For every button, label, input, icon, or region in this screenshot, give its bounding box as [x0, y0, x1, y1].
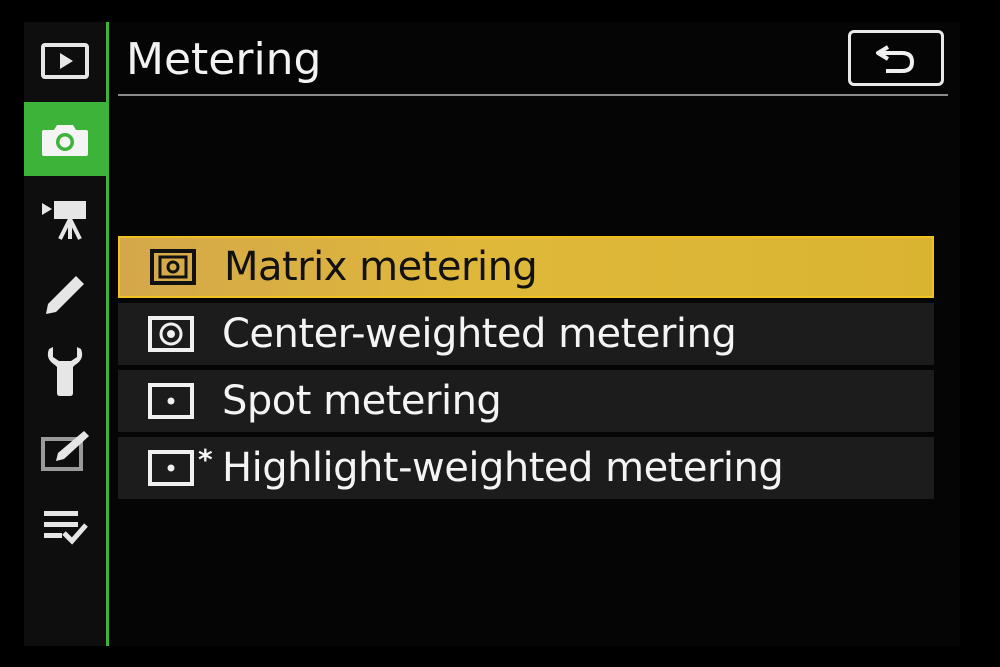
asterisk-mark: * — [198, 443, 213, 476]
center-weighted-metering-icon — [148, 316, 194, 352]
header-divider — [118, 94, 948, 96]
camera-screen: Metering Matrix metering Center-weighted… — [24, 22, 960, 646]
menu-item-label: Highlight-weighted metering — [222, 445, 784, 491]
movie-camera-icon — [42, 201, 86, 240]
wrench-icon — [47, 347, 83, 396]
spot-metering-icon — [148, 383, 194, 419]
sidebar-item-playback[interactable] — [24, 24, 106, 98]
pencil-icon — [46, 276, 84, 314]
menu-item-center-weighted-metering[interactable]: Center-weighted metering — [118, 303, 934, 365]
my-menu-icon — [44, 511, 88, 545]
sidebar-item-movie-shooting[interactable] — [24, 182, 106, 256]
highlight-weighted-metering-icon — [148, 450, 194, 486]
menu-item-spot-metering[interactable]: Spot metering — [118, 370, 934, 432]
menu-item-label: Center-weighted metering — [222, 311, 737, 357]
back-button[interactable] — [848, 30, 944, 86]
menu-item-label: Spot metering — [222, 378, 502, 424]
playback-icon — [41, 43, 89, 79]
sidebar-item-photo-shooting[interactable] — [24, 102, 106, 176]
sidebar-item-my-menu[interactable] — [24, 490, 106, 564]
page-title: Metering — [126, 34, 322, 85]
metering-options-list: Matrix metering Center-weighted metering… — [118, 236, 934, 504]
sidebar-item-setup[interactable] — [24, 334, 106, 408]
sidebar-item-retouch[interactable] — [24, 414, 106, 488]
menu-sidebar — [24, 22, 109, 646]
menu-item-label: Matrix metering — [224, 244, 538, 290]
retouch-icon — [41, 431, 89, 471]
menu-item-matrix-metering[interactable]: Matrix metering — [118, 236, 934, 298]
matrix-metering-icon — [150, 249, 196, 285]
camera-icon — [42, 125, 88, 156]
return-arrow-icon — [876, 45, 915, 73]
menu-item-highlight-weighted-metering[interactable]: * Highlight-weighted metering — [118, 437, 934, 499]
sidebar-item-custom-settings[interactable] — [24, 258, 106, 332]
